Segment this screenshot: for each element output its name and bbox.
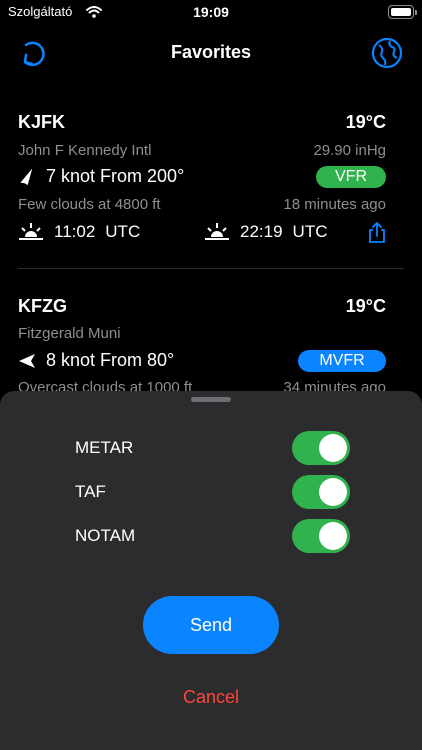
metar-toggle[interactable] [292, 431, 350, 465]
wind-label: 8 knot From 80° [46, 350, 175, 370]
send-button[interactable]: Send [143, 596, 279, 654]
sheet-grabber[interactable] [191, 397, 231, 402]
sunset-icon [205, 223, 229, 240]
station-name: Fitzgerald Muni [18, 325, 121, 342]
option-label-metar: METAR [75, 438, 134, 457]
flight-category-badge: VFR [316, 166, 386, 188]
sunset-time: 22:19 [240, 222, 283, 241]
battery-icon [388, 5, 417, 19]
share-icon[interactable] [368, 221, 386, 249]
temperature: 19°C [345, 112, 386, 132]
globe-icon[interactable] [370, 36, 404, 75]
option-label-notam: NOTAM [75, 526, 136, 545]
cancel-button[interactable]: Cancel [0, 687, 422, 708]
clock: 19:09 [193, 4, 229, 20]
cloud-label: Overcast clouds at 1000 ft [18, 379, 193, 391]
observation-age: 34 minutes ago [283, 379, 386, 391]
cloud-label: Few clouds at 4800 ft [18, 196, 161, 213]
wind-label: 7 knot From 200° [46, 166, 185, 186]
sunset-timezone: UTC [292, 222, 328, 241]
divider [18, 268, 404, 269]
sunrise-time: 11:02 [54, 222, 96, 241]
taf-toggle[interactable] [292, 475, 350, 509]
station-code: KJFK [18, 112, 66, 132]
observation-age: 18 minutes ago [283, 196, 386, 213]
favorite-card[interactable]: KFZG 19°C Fitzgerald Muni 8 knot From 80… [18, 296, 386, 391]
page-title: Favorites [170, 42, 252, 62]
navigation-bar: Favorites [0, 30, 422, 76]
temperature: 19°C [345, 296, 386, 316]
option-label-taf: TAF [75, 482, 106, 501]
sunrise-timezone: UTC [105, 222, 141, 241]
wind-direction-icon [19, 353, 35, 368]
share-options-sheet: METAR TAF NOTAM Send Cancel [0, 391, 422, 750]
notam-toggle[interactable] [292, 519, 350, 553]
pressure: 29.90 inHg [313, 142, 386, 159]
status-bar: Szolgáltató 19:09 [0, 0, 422, 26]
favorite-card[interactable]: KJFK 19°C John F Kennedy Intl 29.90 inHg… [18, 112, 386, 252]
station-name: John F Kennedy Intl [18, 142, 152, 159]
flight-category-badge: MVFR [298, 350, 386, 372]
wind-direction-icon [20, 168, 33, 185]
sunrise-icon [19, 223, 43, 240]
station-code: KFZG [18, 296, 67, 316]
